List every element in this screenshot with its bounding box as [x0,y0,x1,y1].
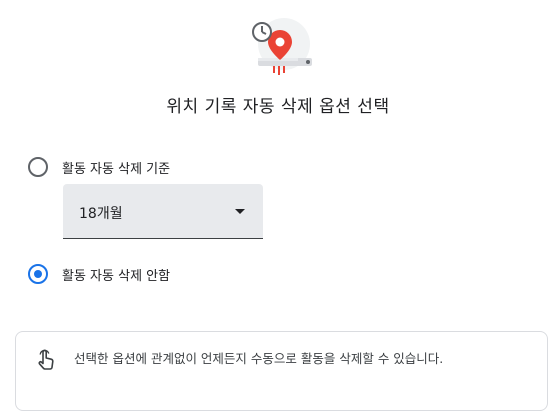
info-card: 선택한 옵션에 관계없이 언제든지 수동으로 활동을 삭제할 수 있습니다. [15,331,548,411]
hand-touch-icon [36,349,56,371]
location-history-illustration-icon [246,18,316,78]
option-auto-delete-label: 활동 자동 삭제 기준 [62,161,171,177]
dialog-title: 위치 기록 자동 삭제 옵션 선택 [166,97,390,117]
dropdown-selected-value: 18개월 [79,206,123,222]
radio-auto-delete[interactable] [28,157,48,177]
radio-no-auto-delete[interactable] [28,264,48,284]
option-no-auto-delete-label: 활동 자동 삭제 안함 [62,268,171,284]
option-no-auto-delete[interactable]: 활동 자동 삭제 안함 [28,264,170,284]
info-text: 선택한 옵션에 관계없이 언제든지 수동으로 활동을 삭제할 수 있습니다. [74,351,444,366]
caret-down-icon [235,209,245,214]
auto-delete-period-dropdown[interactable]: 18개월 [63,184,263,239]
option-auto-delete[interactable]: 활동 자동 삭제 기준 [28,157,170,177]
